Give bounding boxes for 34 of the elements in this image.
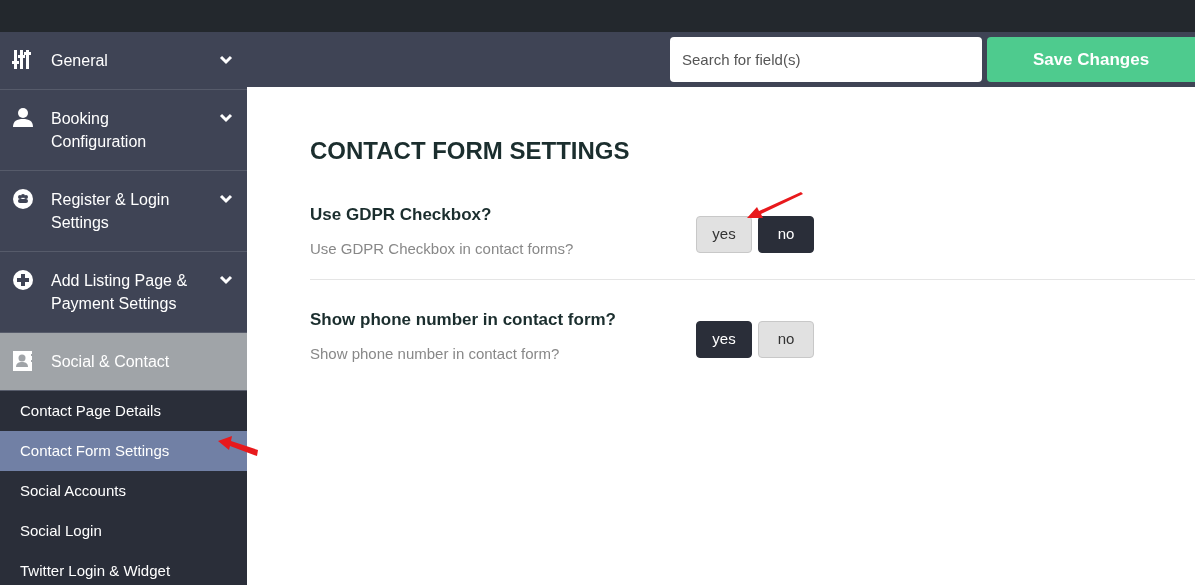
- user-icon: [12, 107, 34, 129]
- submenu-item[interactable]: Social Login: [0, 511, 247, 551]
- submenu-item[interactable]: Twitter Login & Widget: [0, 551, 247, 585]
- section-label: General: [51, 51, 109, 71]
- group-icon: [12, 188, 34, 210]
- search-field[interactable]: Search for field(s): [670, 37, 982, 82]
- submenu-item[interactable]: Social Accounts: [0, 471, 247, 511]
- setting-description: Show phone number in contact form?: [310, 343, 561, 364]
- sidebar-section[interactable]: General: [0, 32, 247, 90]
- section-label: Add Listing Page & Payment Settings: [51, 271, 189, 314]
- section-label: Register & Login Settings: [51, 190, 171, 233]
- toggle-option[interactable]: no: [758, 216, 814, 253]
- chevron-icon: [219, 275, 233, 285]
- annotation-arrow: [745, 190, 805, 220]
- sidebar-section[interactable]: Register & Login Settings: [0, 171, 247, 252]
- toggle-option[interactable]: yes: [696, 216, 752, 253]
- toggle-option[interactable]: no: [758, 321, 814, 358]
- chevron-icon: [219, 113, 233, 123]
- chevron-icon: [219, 194, 233, 204]
- chevron-icon: [219, 55, 233, 65]
- annotation-arrow: [218, 436, 258, 456]
- contact-card-icon: [12, 350, 34, 372]
- sidebar-section[interactable]: Booking Configuration: [0, 90, 247, 171]
- section-label: Social & Contact: [51, 352, 171, 372]
- setting-title: Show phone number in contact form?: [310, 309, 617, 331]
- sliders-icon: [12, 49, 34, 71]
- submenu-item[interactable]: Contact Form Settings: [0, 431, 247, 471]
- plus-circle-icon: [12, 269, 34, 291]
- page-title: CONTACT FORM SETTINGS: [310, 136, 631, 166]
- setting-description: Use GDPR Checkbox in contact forms?: [310, 238, 575, 259]
- submenu-item[interactable]: Contact Page Details: [0, 391, 247, 431]
- section-label: Booking Configuration: [51, 109, 148, 152]
- toggle-option[interactable]: yes: [696, 321, 752, 358]
- setting-title: Use GDPR Checkbox?: [310, 204, 493, 226]
